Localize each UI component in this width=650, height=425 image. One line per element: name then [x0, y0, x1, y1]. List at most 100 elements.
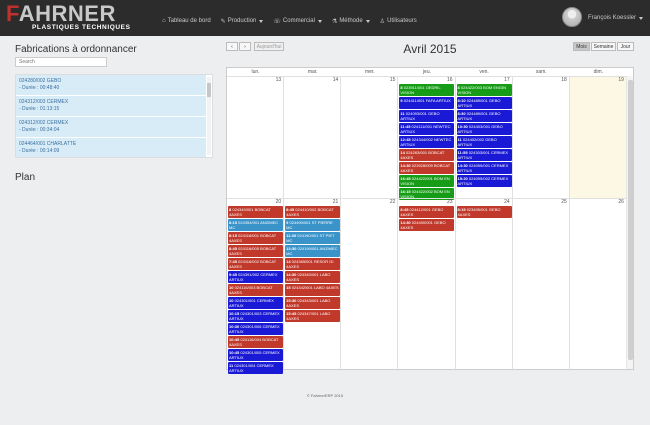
calendar-event[interactable]: 8:15 024116/001 BOBCAT 4AXES: [228, 232, 283, 244]
calendar-event[interactable]: 10 024301/001 CERMEX ARTIUX: [228, 297, 283, 309]
calendar-event[interactable]: 10:45 024301/005 CERMEX ARTIUX: [228, 349, 283, 361]
view-day-button[interactable]: Jour: [617, 42, 634, 51]
list-item[interactable]: 024312/002 CERMEX - Durée : 00:34:04: [16, 117, 206, 138]
prev-month-button[interactable]: ‹: [226, 42, 238, 51]
calendar-day-cell[interactable]: 18: [512, 76, 570, 198]
calendar-event[interactable]: 10:45 024116/004 BOBCAT 4AXES: [228, 336, 283, 348]
calendar-event[interactable]: 8:45 024412/001 GEBO 4AXES: [399, 206, 455, 218]
event-title: 024391/002 CERMEX ARTIUX: [229, 272, 278, 282]
calendar-day-cell[interactable]: 19: [569, 76, 627, 198]
calendar-event[interactable]: 8:30 024489/001 GEBO ARTIUX: [456, 110, 512, 122]
day-number: 17: [504, 77, 510, 83]
calendar-event[interactable]: 11 024402/002 GEBO ARTIUX: [456, 136, 512, 148]
calendar-day-cell[interactable]: 21 8:45 024410/002 BOBCAT 4AXES 9 024490/0…: [284, 198, 342, 371]
fabrication-duration: - Durée : 00:34:04: [19, 127, 60, 133]
calendar-event[interactable]: 14:30 024490/001 GEBO 4AXES: [399, 219, 455, 231]
view-week-button[interactable]: Semaine: [591, 42, 616, 51]
calendar-event[interactable]: 9:45 024391/002 CERMEX ARTIUX: [228, 271, 283, 283]
calendar-event[interactable]: 9 024411/001 FAFA ARTIUX: [399, 97, 455, 109]
calendar-event[interactable]: 9 024490/001 ST PIERRE MC: [285, 219, 341, 231]
wrench-icon: ✎: [220, 18, 226, 25]
calendar-event[interactable]: 10:30 024403/001 GEBO ARTIUX: [456, 123, 512, 135]
calendar-event[interactable]: 16:45 024422/001 BOM EN VISION: [399, 175, 455, 187]
list-item[interactable]: 024464/001 CHARLATTE - Durée : 00:14:09: [16, 138, 206, 157]
day-of-week-label: mer.: [364, 69, 375, 75]
calendar-event[interactable]: 13:30 024190/001 ANZIMEC MC: [285, 245, 341, 257]
calendar-day-cell[interactable]: 17 8 024422/003 BOM ENGIN VISION 8:10 0244…: [455, 76, 513, 198]
calendar-event[interactable]: 8:45 024116/005 BOBCAT 4AXES: [228, 245, 283, 257]
calendar-event[interactable]: 11:55 024303/001 CERMEX ARTIUX: [456, 149, 512, 161]
nav-item-commercial[interactable]: ☏ Commercial: [273, 15, 322, 27]
calendar-event[interactable]: 14 024365/001 RESOR GI 4AXES: [285, 258, 341, 270]
calendar-event[interactable]: 8 023911/001 OEDRIL VISION: [399, 84, 455, 96]
calendar-event[interactable]: 14:30 024340/001 LABO 4AXES: [285, 271, 341, 283]
list-scrollbar[interactable]: [207, 77, 211, 155]
event-title: 024354/001 ANZIMEC MC: [229, 220, 279, 230]
scrollbar-thumb[interactable]: [207, 83, 211, 97]
calendar-event[interactable]: 8 024349/001 BOBCAT 4AXES: [228, 206, 283, 218]
calendar-event[interactable]: 15:20 024099/002 CERMEX ARTIUX: [456, 175, 512, 187]
nav-item-tableau-de-bord[interactable]: ⌂ Tableau de bord: [162, 15, 211, 27]
event-list: 8:45 024412/001 GEBO 4AXES 14:30 024490/0…: [399, 206, 455, 232]
calendar-event[interactable]: 11 024301/004 CERMEX ARTIUX: [228, 362, 283, 374]
calendar-event[interactable]: 15:45 024347/001 LABO 4AXES: [285, 310, 341, 322]
view-month-button[interactable]: Mois: [573, 42, 590, 51]
calendar-event[interactable]: 11:45 024111/001 NEWTEC ARTIUX: [399, 123, 455, 135]
fabrication-ref: 024280/002 GEBO: [19, 78, 62, 84]
calendar-scrollbar[interactable]: [626, 76, 633, 369]
event-title: 024422/003 BOM ENGIN VISION: [457, 85, 507, 95]
fabrication-list: 024280/002 GEBO - Durée : 00:48:40 024312/…: [15, 74, 213, 158]
calendar-event[interactable]: 15:30 024343/001 LABO 4AXES: [285, 297, 341, 309]
list-item[interactable]: 024312/003 CERMEX - Durée : 01:13:15: [16, 96, 206, 117]
calendar-event[interactable]: 11 024093/001 GEBO ARTIUX: [399, 110, 455, 122]
list-item[interactable]: 024280/002 GEBO - Durée : 00:48:40: [16, 75, 206, 96]
nav-item-production[interactable]: ✎ Production: [221, 15, 264, 27]
calendar-event[interactable]: 14:30 023928/009 BOBCAT 4AXES: [399, 162, 455, 174]
day-of-week-header: lun. mar. mer. jeu. ven. sam. dim.: [227, 68, 627, 76]
today-button[interactable]: Aujourd'hui: [254, 42, 284, 51]
calendar-day-cell[interactable]: 16 8 023911/001 OEDRIL VISION 9 024411/001…: [398, 76, 456, 200]
calendar-event[interactable]: 14 024263/001 BOBCAT 4AXES: [399, 149, 455, 161]
chevron-down-icon: [639, 16, 644, 20]
calendar-event[interactable]: 8 024422/003 BOM ENGIN VISION: [456, 84, 512, 96]
calendar-event[interactable]: 8:10 024489/001 GEBO ARTIUX: [456, 97, 512, 109]
brand-logo[interactable]: FAHRNER PLASTIQUES TECHNIQUES: [6, 3, 146, 32]
calendar-day-cell[interactable]: 23 8:45 024412/001 GEBO 4AXES 14:30 024490…: [398, 198, 456, 371]
search-input[interactable]: [15, 57, 107, 67]
calendar-event[interactable]: 10 024116/003 BOBCAT 4AXES: [228, 284, 283, 296]
calendar-day-cell[interactable]: 13: [227, 76, 285, 198]
calendar-day-cell[interactable]: 26: [569, 198, 627, 371]
user-menu[interactable]: François Koessler: [588, 15, 644, 21]
chevron-down-icon: [259, 19, 264, 23]
day-number: 19: [618, 77, 624, 83]
scrollbar-thumb[interactable]: [628, 80, 633, 360]
calendar-day-cell[interactable]: 20 8 024349/001 BOBCAT 4AXES 8:15 024354/0…: [227, 198, 285, 374]
day-number: 13: [275, 77, 282, 83]
day-number: 25: [561, 199, 567, 205]
calendar-event[interactable]: 12:45 024344/002 NEWTEC ARTIUX: [399, 136, 455, 148]
nav-item-utilisateurs[interactable]: ♙ Utilisateurs: [380, 15, 417, 27]
page-title: Fabrications à ordonnancer: [15, 44, 137, 55]
calendar-day-cell[interactable]: 22: [341, 198, 399, 371]
calendar-day-cell[interactable]: 24 8:15 023405/001 GEBO 4AXES: [455, 198, 513, 371]
calendar-day-cell[interactable]: 15: [341, 76, 399, 198]
fabrication-duration: - Durée : 00:14:09: [19, 148, 60, 154]
calendar-event[interactable]: 11:30 024190/001 ST PIET MC: [285, 232, 341, 244]
event-list: 8 024349/001 BOBCAT 4AXES 8:15 024354/001…: [228, 206, 283, 375]
fabrication-duration: - Durée : 00:48:40: [19, 85, 60, 91]
calendar-event[interactable]: 8:45 024410/002 BOBCAT 4AXES: [285, 206, 341, 218]
calendar-event[interactable]: 15 024342/001 LABO 4AXES: [285, 284, 341, 296]
calendar-week: 20 8 024349/001 BOBCAT 4AXES 8:15 024354/0…: [227, 198, 627, 374]
calendar-event[interactable]: 14:30 024099/001 CERMEX ARTIUX: [456, 162, 512, 174]
next-month-button[interactable]: ›: [239, 42, 251, 51]
calendar-day-cell[interactable]: 25: [512, 198, 570, 371]
calendar-day-cell[interactable]: 14: [284, 76, 342, 198]
calendar-event[interactable]: 8:15 023405/001 GEBO 4AXES: [456, 206, 512, 218]
calendar-event[interactable]: 7:45 024116/002 BOBCAT 4AXES: [228, 258, 283, 270]
calendar-event[interactable]: 10:30 024301/006 CERMEX ARTIUX: [228, 323, 283, 335]
avatar[interactable]: [562, 7, 582, 27]
calendar-event[interactable]: 8:15 024354/001 ANZIMEC MC: [228, 219, 283, 231]
nav-item-m-thode[interactable]: ⚗ Méthode: [332, 15, 370, 27]
event-title: 024116/001 BOBCAT 4AXES: [229, 233, 277, 243]
calendar-event[interactable]: 10:15 024301/003 CERMEX ARTIUX: [228, 310, 283, 322]
